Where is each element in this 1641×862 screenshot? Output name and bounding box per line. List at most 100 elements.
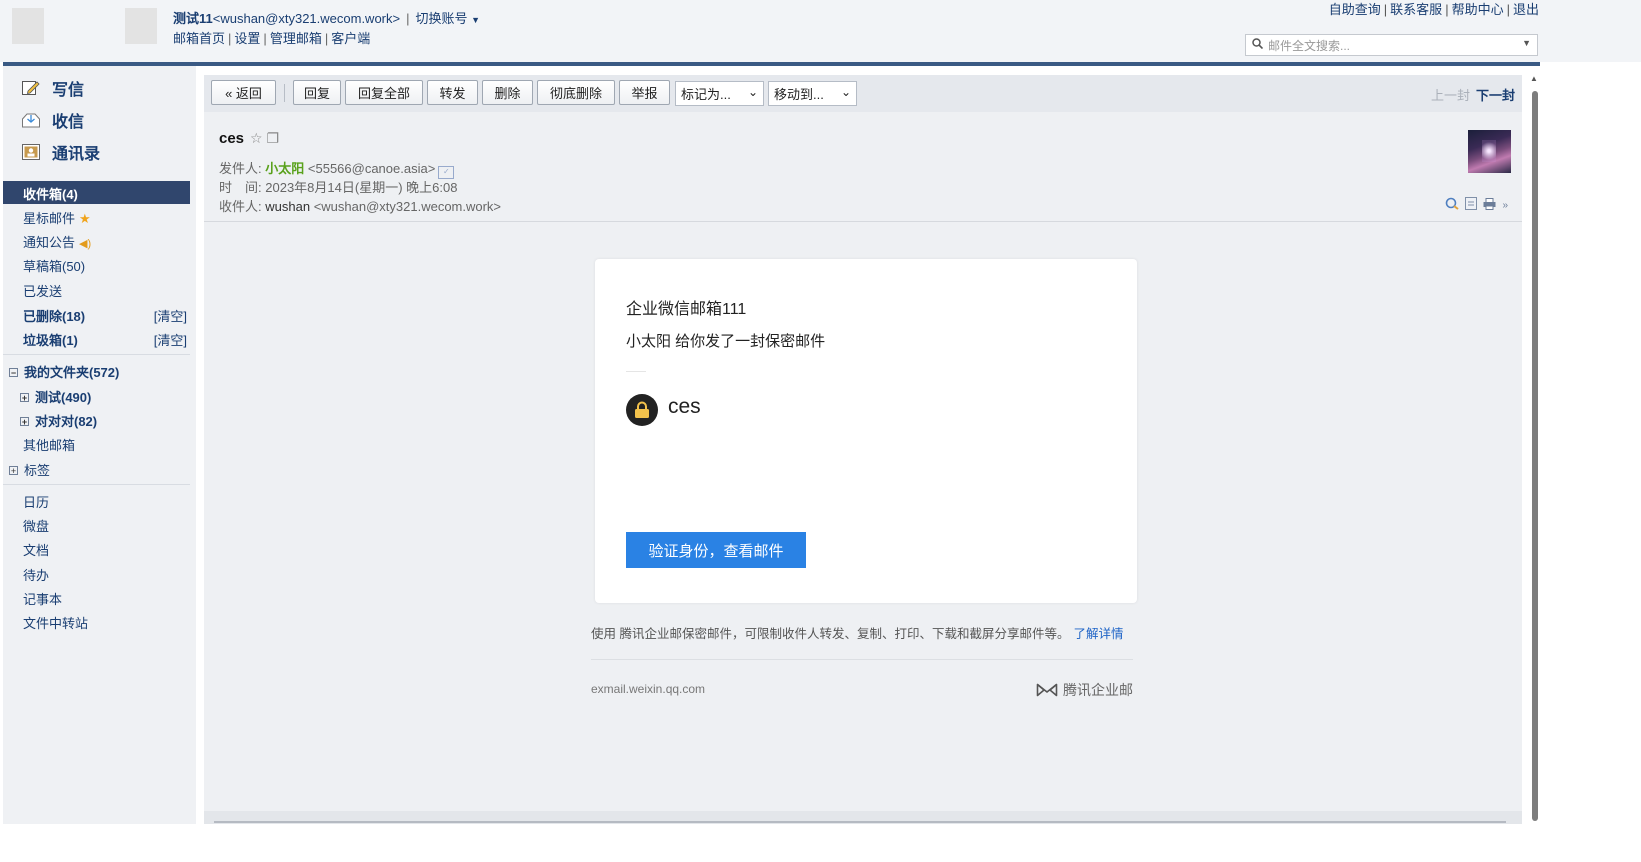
tool-file-transfer[interactable]: 文件中转站 <box>23 613 88 632</box>
compose-button[interactable]: 写信 <box>21 76 84 100</box>
clear-spam-link[interactable]: [清空] <box>154 330 187 349</box>
tool-notes[interactable]: 记事本 <box>23 589 62 608</box>
sender-address: <55566@canoe.asia> <box>307 161 436 176</box>
account-info: 测试11<wushan@xty321.wecom.work> | 切换账号 ▼ <box>173 11 481 26</box>
next-mail-link[interactable]: 下一封 <box>1476 88 1515 103</box>
logo-image-left <box>12 8 44 44</box>
verify-identity-button[interactable]: 验证身份，查看邮件 <box>626 532 806 568</box>
forward-button[interactable]: 转发 <box>427 80 478 105</box>
mail-navigation: 上一封 下一封 <box>1431 85 1515 104</box>
expand-icon[interactable]: + <box>20 393 29 403</box>
card-title: 企业微信邮箱111 <box>626 301 747 318</box>
folder-other-mailboxes[interactable]: 其他邮箱 <box>23 435 75 454</box>
folder-duiduidui[interactable]: + 对对对(82) <box>20 411 97 430</box>
link-help-center[interactable]: 帮助中心 <box>1452 2 1504 17</box>
card-divider <box>626 371 646 372</box>
search-input[interactable] <box>1266 36 1520 56</box>
note-icon[interactable] <box>1465 197 1478 213</box>
speaker-icon: ◀) <box>79 238 92 250</box>
previous-mail-link[interactable]: 上一封 <box>1431 88 1470 103</box>
sender-avatar <box>1468 130 1511 173</box>
address-book-icon <box>21 143 41 161</box>
expand-icon[interactable]: + <box>9 466 18 476</box>
link-logout[interactable]: 退出 <box>1513 2 1539 17</box>
reply-button[interactable]: 回复 <box>293 80 341 105</box>
delete-button[interactable]: 删除 <box>482 80 533 105</box>
nav-client[interactable]: 客户端 <box>331 31 370 46</box>
tool-todo[interactable]: 待办 <box>23 565 49 584</box>
scrollbar-thumb[interactable] <box>1532 91 1538 821</box>
mail-from: 发件人: 小太阳 <55566@canoe.asia> ✓ <box>219 158 455 179</box>
footer-domain: exmail.weixin.qq.com <box>591 682 706 696</box>
link-self-service[interactable]: 自助查询 <box>1329 2 1381 17</box>
folder-starred[interactable]: 星标邮件 ★ <box>23 208 91 227</box>
report-button[interactable]: 举报 <box>619 80 670 105</box>
star-outline-icon[interactable]: ☆ <box>250 130 263 146</box>
open-new-window-icon[interactable]: ❐ <box>266 130 279 146</box>
folder-drafts[interactable]: 草稿箱(50) <box>23 256 85 275</box>
logo-image-right <box>125 8 157 44</box>
mail-to: 收件人: wushan <wushan@xty321.wecom.work> <box>219 199 502 214</box>
account-name: 测试11 <box>173 11 213 26</box>
expand-more-icon[interactable]: » <box>1502 200 1508 211</box>
chevron-down-icon: ⌄ <box>840 85 851 99</box>
card-subtitle: 小太阳 给你发了一封保密邮件 <box>626 333 826 350</box>
footer-brand: 腾讯企业邮 <box>1036 680 1133 700</box>
scroll-up-icon[interactable]: ▲ <box>1530 74 1538 83</box>
compose-icon <box>21 79 41 97</box>
mark-as-select[interactable]: 标记为... ⌄ <box>675 81 764 106</box>
folder-spam[interactable]: 垃圾箱(1) <box>23 330 78 349</box>
mail-header: ces ☆ ❐ 发件人: 小太阳 <55566@canoe.asia> ✓ 时 间:… <box>204 112 1522 222</box>
search-dropdown-icon[interactable]: ▼ <box>1522 38 1531 48</box>
mail-body: 企业微信邮箱111 小太阳 给你发了一封保密邮件 ces 验证身份，查看邮件 使… <box>204 222 1522 811</box>
top-links: 自助查询 | 联系客服 | 帮助中心 | 退出 <box>1328 2 1539 17</box>
secure-mail-note: 使用 腾讯企业邮保密邮件，可限制收件人转发、复制、打印、下载和截屏分享邮件等。了… <box>591 627 1124 641</box>
print-icon[interactable] <box>1483 197 1496 213</box>
folder-my-folders[interactable]: − 我的文件夹(572) <box>9 362 119 381</box>
receive-button[interactable]: 收信 <box>21 108 84 132</box>
move-to-select[interactable]: 移动到... ⌄ <box>768 81 857 106</box>
lock-icon <box>626 394 658 426</box>
inbox-icon <box>21 111 41 129</box>
tool-drive[interactable]: 微盘 <box>23 516 49 535</box>
reply-all-button[interactable]: 回复全部 <box>345 80 423 105</box>
folder-deleted[interactable]: 已删除(18) <box>23 306 85 325</box>
folder-sent[interactable]: 已发送 <box>23 281 62 300</box>
link-contact-support[interactable]: 联系客服 <box>1390 2 1442 17</box>
tool-calendar[interactable]: 日历 <box>23 492 49 511</box>
nav-mailbox-home[interactable]: 邮箱首页 <box>173 31 225 46</box>
clear-deleted-link[interactable]: [清空] <box>154 306 187 325</box>
collapse-icon[interactable]: − <box>9 368 18 378</box>
expand-icon[interactable]: + <box>20 417 29 427</box>
mail-actions: » <box>1445 197 1508 213</box>
secret-mail-subject: ces <box>668 395 701 418</box>
mail-time-value: 2023年8月14日(星期一) 晚上6:08 <box>265 180 458 195</box>
learn-more-link[interactable]: 了解详情 <box>1073 627 1123 641</box>
folder-test[interactable]: + 测试(490) <box>20 387 91 406</box>
mail-subject: ces ☆ ❐ <box>219 130 280 147</box>
switch-account-link[interactable]: 切换账号 ▼ <box>415 11 480 26</box>
refresh-icon[interactable] <box>1445 197 1460 213</box>
sidebar: 写信 收信 通讯录 收件箱(4) 星标邮件 ★ 通知公告 ◀) 草稿箱(50) 已发… <box>3 66 196 824</box>
tool-docs[interactable]: 文档 <box>23 540 49 559</box>
vertical-scrollbar[interactable]: ▲ <box>1528 66 1540 824</box>
mail-time: 时 间: 2023年8月14日(星期一) 晚上6:08 <box>219 180 458 195</box>
folder-inbox[interactable]: 收件箱(4) <box>3 181 190 204</box>
horizontal-scrollbar[interactable] <box>204 811 1522 824</box>
search-icon <box>1252 38 1264 52</box>
sender-name[interactable]: 小太阳 <box>265 161 304 176</box>
nav-settings[interactable]: 设置 <box>234 31 260 46</box>
folder-tags[interactable]: + 标签 <box>9 460 50 479</box>
footer-divider <box>591 659 1133 660</box>
recipient-name: wushan <box>265 199 311 214</box>
nav-manage-mailbox[interactable]: 管理邮箱 <box>270 31 322 46</box>
delete-forever-button[interactable]: 彻底删除 <box>537 80 615 105</box>
chevron-down-icon: ⌄ <box>747 85 758 99</box>
header-divider <box>3 62 1540 66</box>
secure-mail-card: 企业微信邮箱111 小太阳 给你发了一封保密邮件 ces 验证身份，查看邮件 <box>595 259 1137 603</box>
sidebar-divider <box>3 354 190 355</box>
folder-notices[interactable]: 通知公告 ◀) <box>23 232 91 251</box>
search-box[interactable]: ▼ <box>1245 34 1538 56</box>
back-button[interactable]: « 返回 <box>211 80 276 105</box>
contacts-button[interactable]: 通讯录 <box>21 140 100 164</box>
